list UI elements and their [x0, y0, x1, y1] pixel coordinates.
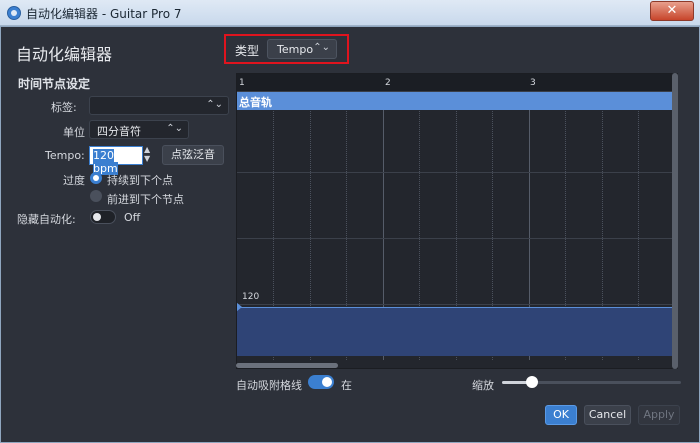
dotted-harmonic-button[interactable]: 点弦泛音 — [162, 145, 224, 165]
radio-continue[interactable] — [90, 172, 102, 184]
tempo-input[interactable]: 120 bpm — [89, 146, 143, 175]
unit-label: 单位 — [63, 126, 85, 139]
close-button[interactable]: ✕ — [650, 1, 694, 21]
value-gridline — [237, 304, 677, 305]
ruler-bar-number: 2 — [385, 78, 391, 88]
radio-advance[interactable] — [90, 190, 102, 202]
vertical-scrollbar[interactable] — [672, 73, 678, 369]
horizontal-scrollbar-thumb[interactable] — [236, 363, 338, 368]
ok-button[interactable]: OK — [545, 405, 577, 425]
section-title: 时间节点设定 — [18, 77, 91, 91]
snap-state: 在 — [341, 379, 352, 392]
type-dropdown[interactable]: Tempo ⌃⌄ — [267, 39, 337, 59]
hide-automation-toggle[interactable] — [90, 210, 116, 224]
tag-dropdown[interactable]: ⌃⌄ — [89, 96, 229, 115]
cancel-button[interactable]: Cancel — [584, 405, 631, 425]
tempo-label: Tempo: — [45, 149, 85, 162]
updown-chevron-icon: ⌃⌄ — [313, 42, 330, 53]
radio-continue-label: 持续到下个点 — [107, 174, 173, 187]
ruler-bar-number: 1 — [239, 78, 245, 88]
master-track-bar[interactable]: 总音轨 — [237, 92, 677, 110]
page-title: 自动化编辑器 — [16, 45, 113, 64]
automation-editor-area[interactable]: 1 2 3 总音轨 120 — [236, 73, 678, 369]
automation-point-icon[interactable] — [237, 302, 242, 312]
radio-advance-label: 前进到下个节点 — [107, 193, 184, 206]
hide-automation-state: Off — [124, 211, 141, 224]
tag-label: 标签: — [51, 101, 77, 114]
unit-value: 四分音符 — [97, 125, 141, 138]
bar-ruler[interactable]: 1 2 3 — [237, 74, 677, 92]
automation-point-value: 120 — [242, 292, 260, 302]
tempo-automation-fill[interactable] — [237, 307, 677, 356]
guitar-pro-icon — [7, 6, 21, 20]
automation-editor-window: 自动化编辑器 - Guitar Pro 7 ✕ 自动化编辑器 时间节点设定 标签… — [0, 0, 700, 443]
type-value: Tempo — [277, 43, 314, 56]
unit-dropdown[interactable]: 四分音符 ⌃⌄ — [89, 120, 189, 139]
hide-automation-label: 隐藏自动化: — [17, 213, 76, 226]
value-gridline — [237, 172, 677, 173]
snap-toggle[interactable] — [308, 375, 334, 389]
apply-button[interactable]: Apply — [638, 405, 680, 425]
snap-label: 自动吸附格线 — [236, 379, 302, 392]
value-gridline — [237, 238, 677, 239]
updown-chevron-icon: ⌃⌄ — [206, 99, 223, 110]
title-bar: 自动化编辑器 - Guitar Pro 7 ✕ — [0, 0, 700, 26]
zoom-label: 缩放 — [472, 379, 494, 392]
vertical-scrollbar-thumb[interactable] — [672, 73, 678, 369]
spin-arrows-icon[interactable]: ▲ ▼ — [144, 145, 150, 163]
window-title: 自动化编辑器 - Guitar Pro 7 — [26, 7, 182, 21]
ruler-bar-number: 3 — [530, 78, 536, 88]
transition-label: 过度 — [63, 174, 85, 187]
updown-chevron-icon: ⌃⌄ — [166, 123, 183, 134]
type-label: 类型 — [235, 44, 260, 58]
